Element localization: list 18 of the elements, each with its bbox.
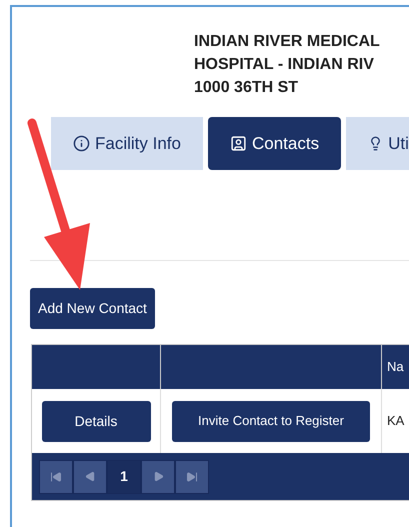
contact-card-icon [230,135,247,152]
info-icon [73,135,90,152]
tab[interactable]: Uti [346,117,409,170]
add-new-contact-button[interactable]: Add New Contact [30,288,155,329]
facility-header-line: INDIAN RIVER MEDICAL [194,32,381,52]
previous-page-icon [84,471,96,482]
invite-contact-button[interactable]: Invite Contact to Register [172,400,370,442]
page-number-button[interactable]: 1 [107,460,141,494]
column-header: Na [382,345,409,389]
first-page-icon [50,470,62,482]
facility-header-line: 1000 36TH ST [194,78,300,98]
tab[interactable]: Contacts [208,117,342,170]
tab[interactable]: Facility Info [51,117,203,170]
table-cell-text: KA [386,412,406,430]
next-page-icon [152,471,164,482]
facility-header-line: HOSPITAL - INDIAN RIV [194,55,375,75]
last-page-icon [186,470,198,482]
details-button[interactable]: Details [42,400,150,442]
